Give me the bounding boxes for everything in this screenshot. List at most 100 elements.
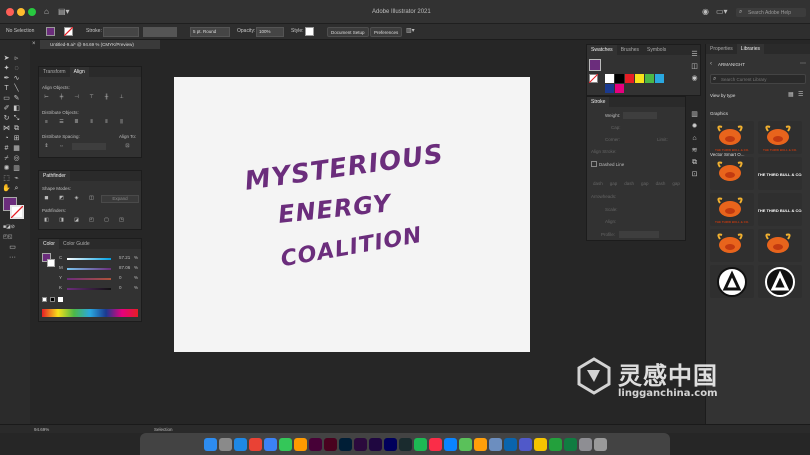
expand-button[interactable]: Expand [101,195,139,203]
finder-app-icon[interactable] [203,437,217,451]
list-view-icon[interactable]: ☰ [798,92,803,98]
library-graphic-10[interactable] [758,265,802,298]
color-panel-icon[interactable]: ✹ [690,122,699,131]
horizontal-spacing-icon[interactable]: ⇔ [57,143,66,150]
photos-app-icon[interactable] [473,437,487,451]
library-graphic-8[interactable] [758,229,802,262]
xd-app-icon[interactable] [308,437,322,451]
libraries-panel-icon[interactable]: ⌂ [690,134,699,143]
illustrator-app-icon[interactable] [293,437,307,451]
outline-icon[interactable]: ▢ [102,217,111,224]
swatch-3[interactable] [625,74,634,83]
tab-libraries[interactable]: Libraries [736,44,764,54]
minimize-window-button[interactable] [17,8,25,16]
perspective-grid-tool-icon[interactable]: ⊞ [12,134,21,143]
swatch-7[interactable] [605,84,614,93]
music-app-icon[interactable] [428,437,442,451]
artboard-tool-icon[interactable]: ⬚ [2,174,11,183]
merge-icon[interactable]: ◪ [72,217,81,224]
messages-app-icon[interactable] [278,437,292,451]
screen-mode-icon[interactable]: ▭ [8,243,17,252]
swatch-1[interactable] [605,74,614,83]
tab-swatches[interactable]: Swatches [587,45,617,55]
notes-app-icon[interactable] [533,437,547,451]
tab-transform[interactable]: Transform [39,67,70,77]
pen-tool-icon[interactable]: ✒ [2,74,11,83]
white-swatch[interactable] [58,297,63,302]
blend-tool-icon[interactable]: ◎ [12,154,21,163]
symbol-sprayer-tool-icon[interactable]: ✺ [2,164,11,173]
outlook-app-icon[interactable] [503,437,517,451]
eyedropper-tool-icon[interactable]: ⌿ [2,154,11,163]
library-graphic-6[interactable]: THE THIRD BULL & CO. [758,193,802,226]
audition-app-icon[interactable] [383,437,397,451]
free-transform-tool-icon[interactable]: ⧉ [12,124,21,133]
stroke-swatch[interactable] [64,27,73,36]
teams-app-icon[interactable] [518,437,532,451]
hand-tool-icon[interactable]: ✋ [2,184,11,193]
intersect-icon[interactable]: ◈ [72,195,81,202]
opacity-field[interactable]: 100% [256,27,284,37]
crop-icon[interactable]: ◰ [87,217,96,224]
links-panel-icon[interactable]: ⊡ [690,170,699,179]
artwork-text-energy[interactable]: ENERGY [277,189,393,229]
stroke-weight-field[interactable] [103,27,139,37]
preferences-button[interactable]: Preferences [370,27,403,37]
zoom-level[interactable]: 94.69% [34,427,49,432]
appearance-panel-icon[interactable]: ◉ [690,74,699,83]
layers-panel-icon[interactable]: ◫ [690,62,699,71]
color-spectrum[interactable] [42,309,138,317]
tab-pathfinder[interactable]: Pathfinder [39,171,70,181]
variable-width-profile[interactable] [143,27,177,37]
channel-slider-m[interactable] [67,268,111,270]
discover-icon[interactable]: ◉ [702,8,709,16]
arrange-documents-icon[interactable]: ▥▾ [406,28,415,34]
channel-value-c[interactable]: 57.21 [119,255,130,260]
profile-select[interactable] [619,231,659,238]
drawing-modes-icon[interactable]: ◰◱ [3,233,12,242]
none-swatch[interactable] [42,297,47,302]
slice-tool-icon[interactable]: ⌁ [12,174,21,183]
distribute-right-icon[interactable]: ⫼ [117,119,126,126]
library-graphic-4[interactable]: THE THIRD BULL & CO. [758,157,802,190]
library-graphic-1[interactable]: THE THIRD BULL & CO. [710,121,754,154]
rectangle-tool-icon[interactable]: ▭ [2,94,11,103]
fill-swatch[interactable] [46,27,55,36]
layers-stack-icon[interactable]: ≋ [690,146,699,155]
library-graphic-2[interactable]: THE THIRD BULL & CO. [758,121,802,154]
unite-icon[interactable]: ◼ [42,195,51,202]
rotate-tool-icon[interactable]: ↻ [2,114,11,123]
photoshop-app-icon[interactable] [338,437,352,451]
indesign-app-icon[interactable] [323,437,337,451]
shaper-tool-icon[interactable]: ✐ [2,104,11,113]
workspace-layout-icon[interactable]: ▤▾ [58,8,70,16]
brush-definition-select[interactable]: 5 pt. Round [190,27,230,37]
trim-icon[interactable]: ◨ [57,217,66,224]
swatch-5[interactable] [645,74,654,83]
line-tool-icon[interactable]: ╲ [12,84,21,93]
exclude-icon[interactable]: ◫ [87,195,96,202]
distribute-top-icon[interactable]: ≡ [42,119,51,126]
chrome-app-icon[interactable] [248,437,262,451]
align-vertical-center-icon[interactable]: ╫ [102,94,111,101]
zoom-tool-icon[interactable]: ⌕ [12,184,21,193]
distribute-left-icon[interactable]: ⫴ [87,119,96,126]
back-chevron-icon[interactable]: ‹ [710,61,712,67]
divide-icon[interactable]: ◧ [42,217,51,224]
magic-wand-tool-icon[interactable]: ✦ [2,64,11,73]
width-tool-icon[interactable]: ⋈ [2,124,11,133]
home-icon[interactable]: ⌂ [44,8,49,16]
distribute-bottom-icon[interactable]: ≣ [72,119,81,126]
graph-tool-icon[interactable]: ▥ [12,164,21,173]
swatch-none[interactable] [589,74,598,83]
color-mode-icon[interactable]: ■◪⊘ [3,223,15,232]
lasso-tool-icon[interactable]: ◌ [12,64,21,73]
artwork-text-mysterious[interactable]: MYSTERIOUS [243,139,446,197]
color-stroke-indicator[interactable] [47,259,55,267]
close-window-button[interactable] [6,8,14,16]
app-store-app-icon[interactable] [443,437,457,451]
library-menu-icon[interactable]: ⋯ [800,61,806,67]
shape-builder-tool-icon[interactable]: ◔ [2,134,11,143]
align-to-icon[interactable]: ⊡ [123,143,132,150]
channel-value-m[interactable]: 87.06 [119,265,130,270]
